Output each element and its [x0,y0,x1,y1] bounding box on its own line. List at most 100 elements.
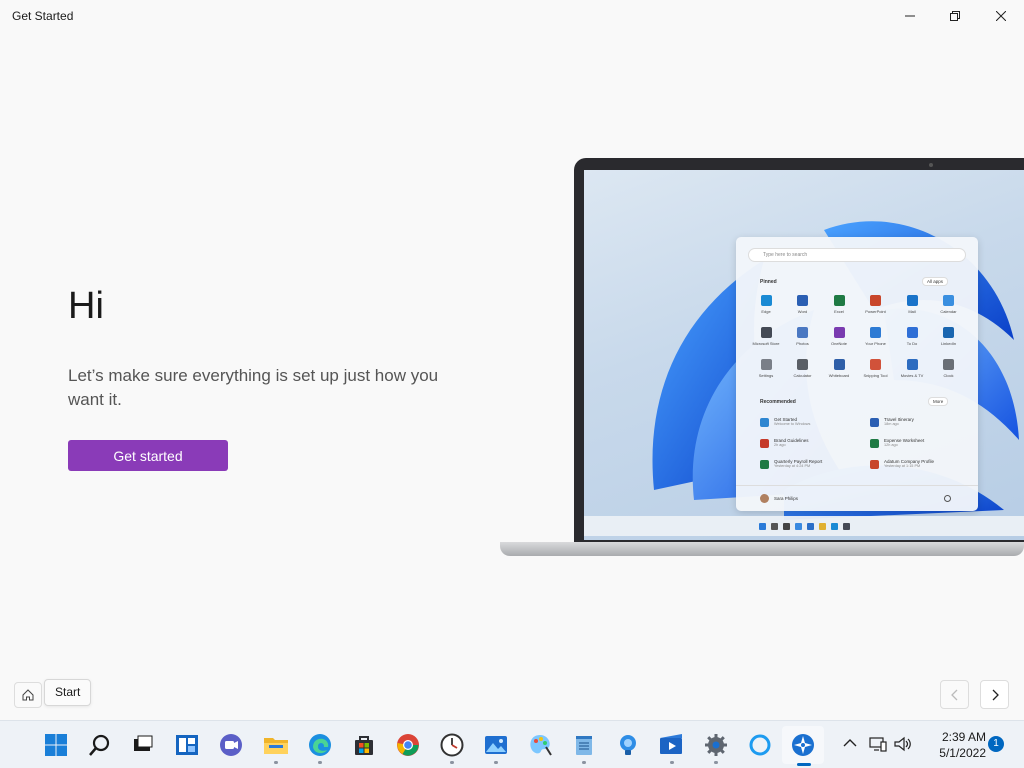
pinned-app: Photos [785,327,821,346]
volume-icon[interactable] [893,735,913,758]
running-indicator [318,761,322,764]
recommended-subtitle: Welcome to Windows [774,422,811,426]
app-tile-icon [906,359,918,370]
laptop-base [500,542,1024,556]
pinned-app: Calculator [785,359,821,378]
tips-icon[interactable] [614,731,642,759]
pinned-app: Settings [748,359,784,378]
running-indicator [582,761,586,764]
pinned-app: Snipping Tool [858,359,894,378]
chat-icon[interactable] [217,731,245,759]
running-indicator [714,761,718,764]
app-tile-icon [943,359,954,370]
app-tile-icon [870,327,881,338]
mini-folder-icon [818,522,826,530]
page-heading: Hi [68,285,104,327]
app-label: Whiteboard [828,373,850,378]
system-clock[interactable]: 2:39 AM 5/1/2022 [920,729,986,761]
minimize-icon [905,15,915,17]
search-icon[interactable] [86,731,114,759]
recommended-text: Get Started Welcome to Windows [774,417,810,426]
widgets-icon[interactable] [173,731,201,759]
app-label: Settings [758,373,774,378]
page-subtitle: Let’s make sure everything is set up jus… [68,366,439,409]
laptop-camera [929,163,933,167]
minimize-button[interactable] [887,0,933,32]
recommended-item: Adatum Company Profile Yesterday at 1:15 … [870,459,934,469]
pinned-app: Microsoft Store [748,327,784,346]
photos-icon[interactable] [482,731,510,764]
clock-time: 2:39 AM [941,730,986,744]
home-icon [22,689,34,701]
get-started-button[interactable]: Get started [68,440,228,471]
app-label: Snipping Tool [863,373,888,378]
chrome-icon[interactable] [394,731,422,759]
close-button[interactable] [978,0,1024,32]
pinned-app: Calendar [931,295,967,314]
folder-icon[interactable] [262,731,290,764]
app-tile-icon [797,359,808,370]
home-button[interactable] [14,682,42,708]
recommended-heading: Recommended [760,399,796,405]
cortana-icon[interactable] [746,731,774,759]
chevron-up-icon[interactable] [842,735,858,756]
app-label: Calendar [940,309,957,314]
close-icon [996,11,1006,21]
clock-icon[interactable] [438,731,466,764]
windows-logo-icon[interactable] [42,731,70,759]
running-indicator [670,761,674,764]
task-view-icon[interactable] [128,731,156,759]
mini-chat-icon [806,522,814,530]
recommended-subtitle: 2h ago [774,443,786,447]
recommended-item: Get Started Welcome to Windows [760,417,810,427]
gear-icon[interactable] [702,731,730,764]
paint-icon[interactable] [526,731,554,759]
app-tile-icon [906,295,918,306]
title-bar: Get Started [0,0,1024,32]
running-indicator [274,761,278,764]
next-button[interactable] [980,680,1009,709]
notepad-icon[interactable] [570,731,598,764]
edge-icon[interactable] [306,731,334,764]
laptop-screen: Type here to search Pinned All apps Edge… [584,170,1024,540]
recommended-subtitle: 12h ago [884,443,898,447]
app-label: OneNote [830,341,847,346]
pinned-app: Excel [821,295,857,314]
previous-button[interactable] [940,680,969,709]
chevron-left-icon [950,689,957,700]
recommended-text: Brand Guidelines 2h ago [774,438,809,447]
start-search-box: Type here to search [748,248,966,262]
file-icon [870,418,879,427]
pinned-app: Movies & TV [894,359,930,378]
notification-badge[interactable]: 1 [988,736,1004,752]
movies-icon[interactable] [658,731,686,764]
app-tile-icon [906,327,918,338]
app-tile-icon [797,295,808,306]
pinned-app: Clock [931,359,967,378]
app-tile-icon [760,359,772,370]
store-icon[interactable] [350,731,378,759]
app-tile-icon [760,295,772,306]
get-started-icon[interactable] [789,731,817,759]
app-tile-icon [833,295,845,306]
pinned-app: OneNote [821,327,857,346]
recommended-item: Brand Guidelines 2h ago [760,438,809,448]
all-apps-pill: All apps [922,277,949,286]
recommended-item: Expense Worksheet 12h ago [870,438,924,448]
app-label: Microsoft Store [752,341,780,346]
user-name: Sara Philips [774,496,799,501]
mini-edge-icon [830,522,838,530]
restore-button[interactable] [932,0,978,32]
app-label: Calculator [793,373,812,378]
pinned-app: Edge [748,295,784,314]
power-icon [944,495,951,502]
pinned-app: Your Phone [858,327,894,346]
clock-date: 5/1/2022 [939,746,986,760]
running-indicator [494,761,498,764]
mini-taskview-icon [782,522,790,530]
file-icon [870,439,879,448]
recommended-subtitle: 18m ago [884,422,899,426]
laptop-illustration: Type here to search Pinned All apps Edge… [500,158,1024,558]
network-icon[interactable] [869,735,887,758]
mini-start-icon [758,522,766,530]
